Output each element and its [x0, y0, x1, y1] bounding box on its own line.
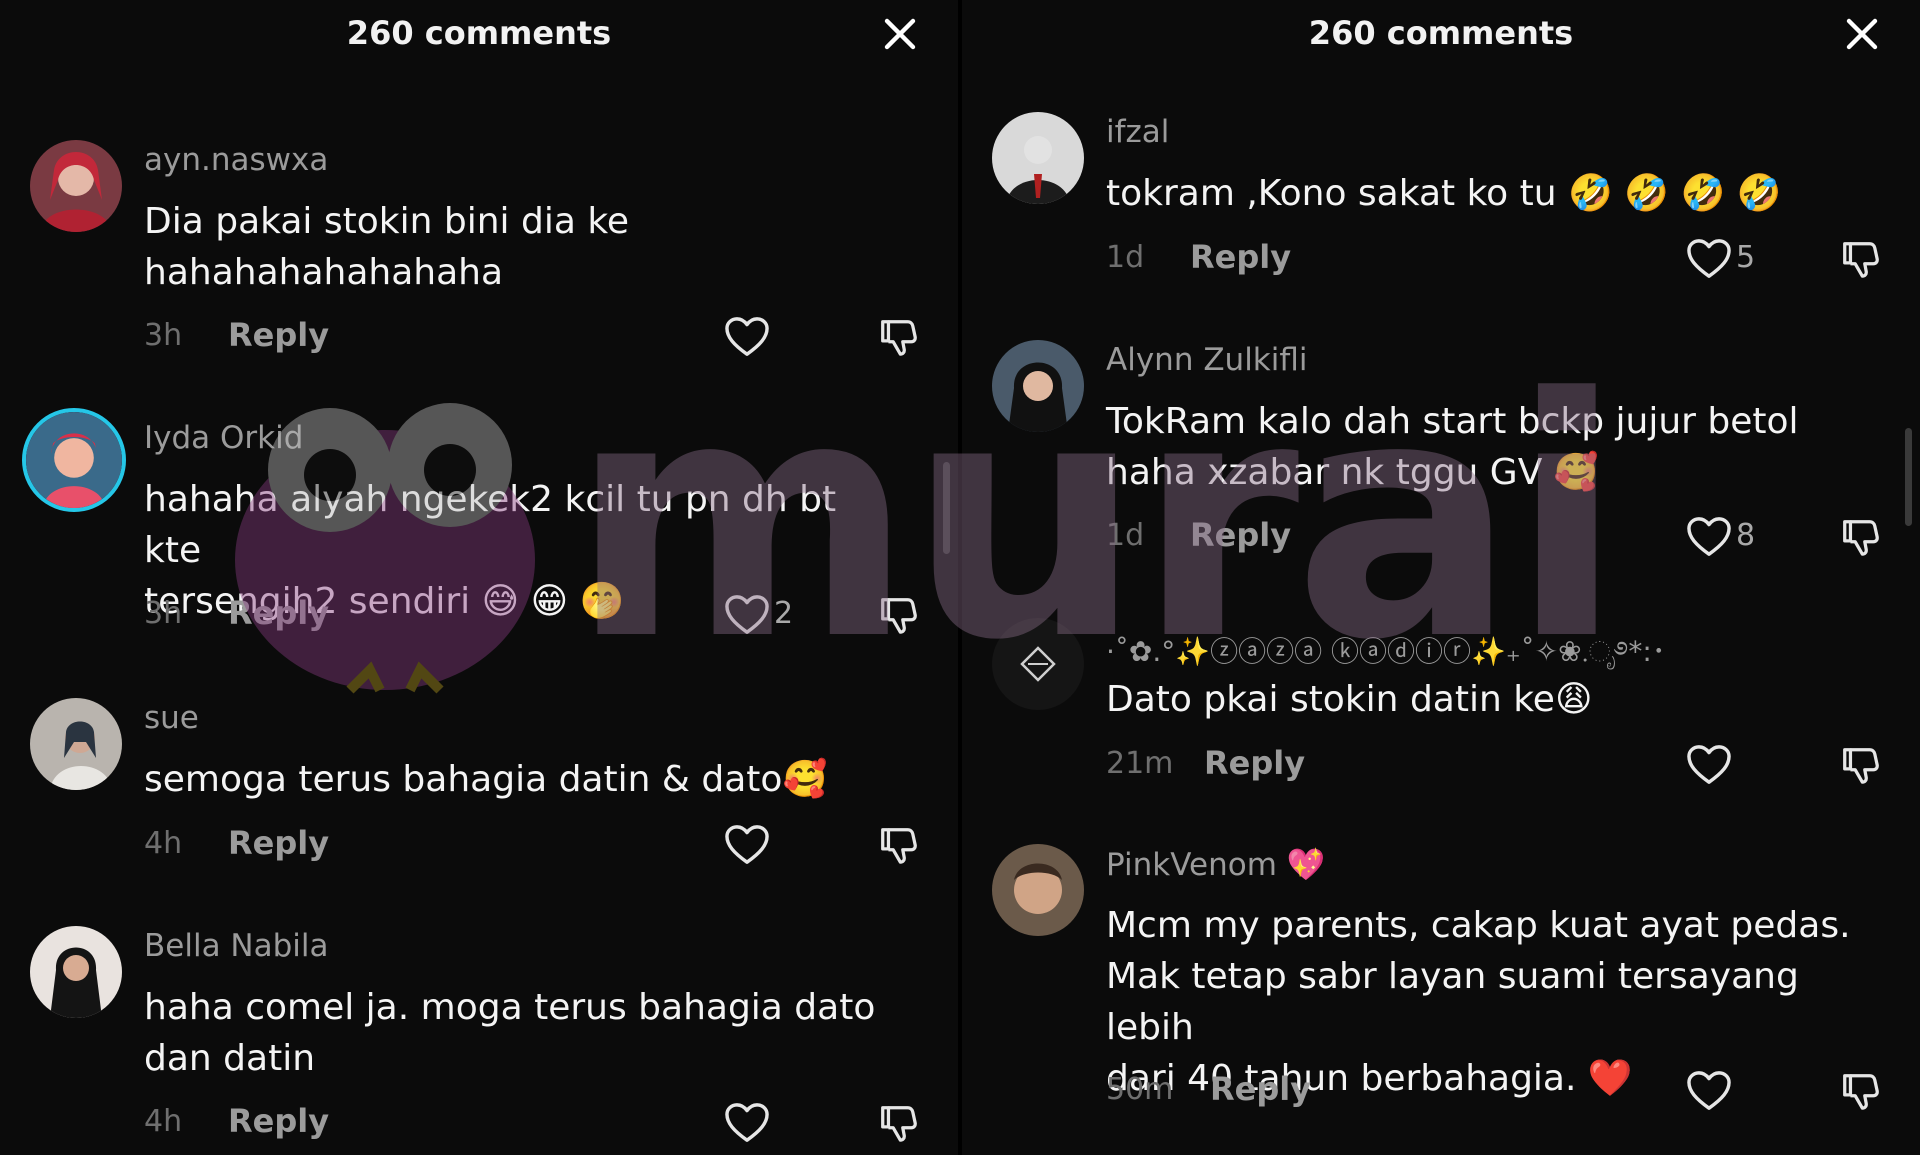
- reply-button[interactable]: Reply: [1190, 238, 1291, 276]
- avatar[interactable]: [992, 112, 1084, 204]
- heart-icon[interactable]: [1686, 1070, 1732, 1112]
- thumbs-down-icon[interactable]: [1838, 1070, 1882, 1112]
- comment-text: Dato pkai stokin datin ke😩: [1106, 674, 1866, 725]
- comment-text-line: Dato pkai stokin datin ke😩: [1106, 679, 1593, 720]
- comment-time: 21m: [1106, 746, 1174, 781]
- comment-username[interactable]: Alynn Zulkifli: [1106, 342, 1308, 378]
- comment-text-line: Dia pakai stokin bini dia ke: [144, 201, 630, 242]
- avatar[interactable]: [30, 698, 122, 790]
- heart-icon[interactable]: [1686, 516, 1732, 558]
- reply-button[interactable]: Reply: [1204, 744, 1305, 782]
- comment-text-line: Mak tetap sabr layan suami tersayang leb…: [1106, 956, 1799, 1048]
- panel-title: 260 comments: [346, 14, 612, 52]
- comment-text-line: Mcm my parents, cakap kuat ayat pedas.: [1106, 905, 1851, 946]
- comment-time: 1d: [1106, 240, 1145, 275]
- comment-text-line: hahahahahahahaha: [144, 252, 504, 293]
- comments-panel-right: 260 comments ifzal tokram ,Kono sakat ko…: [962, 0, 1920, 1155]
- scrollbar[interactable]: [943, 462, 950, 554]
- comment-time: 50m: [1106, 1072, 1174, 1107]
- comment-text: haha comel ja. moga terus bahagia dato d…: [144, 982, 904, 1084]
- heart-icon[interactable]: [724, 1102, 770, 1144]
- reply-button[interactable]: Reply: [1190, 516, 1291, 554]
- comment-text: tokram ,Kono sakat ko tu 🤣 🤣 🤣 🤣: [1106, 168, 1866, 219]
- reply-button[interactable]: Reply: [1210, 1070, 1311, 1108]
- comment-text: Dia pakai stokin bini dia ke hahahahahah…: [144, 196, 904, 298]
- comment-username[interactable]: ifzal: [1106, 114, 1169, 150]
- heart-icon[interactable]: [724, 824, 770, 866]
- avatar[interactable]: [30, 140, 122, 232]
- comment-text-line: tokram ,Kono sakat ko tu 🤣 🤣 🤣 🤣: [1106, 173, 1782, 214]
- avatar[interactable]: [30, 926, 122, 1018]
- comment-time: 3h: [144, 318, 183, 353]
- heart-icon[interactable]: [724, 594, 770, 636]
- comment-username[interactable]: sue: [144, 700, 199, 736]
- comment-username[interactable]: ayn.naswxa: [144, 142, 328, 178]
- like-count: 8: [1736, 518, 1756, 553]
- panel-title: 260 comments: [1308, 14, 1574, 52]
- like-count: 5: [1736, 240, 1756, 275]
- close-icon[interactable]: [1842, 14, 1882, 54]
- avatar[interactable]: [992, 340, 1084, 432]
- thumbs-down-icon[interactable]: [876, 1102, 920, 1144]
- thumbs-down-icon[interactable]: [1838, 516, 1882, 558]
- reply-button[interactable]: Reply: [228, 824, 329, 862]
- heart-icon[interactable]: [724, 316, 770, 358]
- comment-username[interactable]: PinkVenom 💖: [1106, 846, 1325, 883]
- comment-time: 1d: [1106, 518, 1145, 553]
- scrollbar[interactable]: [1905, 428, 1912, 526]
- reply-button[interactable]: Reply: [228, 1102, 329, 1140]
- reply-button[interactable]: Reply: [228, 594, 329, 632]
- comment-username[interactable]: Bella Nabila: [144, 928, 329, 964]
- comment-text-line: semoga terus bahagia datin & dato🥰: [144, 759, 828, 800]
- avatar[interactable]: [992, 844, 1084, 936]
- thumbs-down-icon[interactable]: [876, 824, 920, 866]
- avatar[interactable]: [22, 408, 126, 512]
- comment-time: 3h: [144, 596, 183, 631]
- comment-username[interactable]: Iyda Orkid: [144, 420, 303, 456]
- thumbs-down-icon[interactable]: [1838, 744, 1882, 786]
- close-icon[interactable]: [880, 14, 920, 54]
- comment-text-line: dan datin: [144, 1038, 316, 1079]
- comments-panel-left: 260 comments ayn.naswxa Dia pakai stokin…: [0, 0, 958, 1155]
- like-count: 2: [774, 596, 794, 631]
- avatar[interactable]: [992, 618, 1084, 710]
- comment-text: semoga terus bahagia datin & dato🥰: [144, 754, 904, 805]
- reply-button[interactable]: Reply: [228, 316, 329, 354]
- comment-text-line: haha comel ja. moga terus bahagia dato: [144, 987, 876, 1028]
- comment-time: 4h: [144, 1104, 183, 1139]
- comment-time: 4h: [144, 826, 183, 861]
- thumbs-down-icon[interactable]: [876, 594, 920, 636]
- comment-text-line: TokRam kalo dah start bckp jujur betol: [1106, 401, 1799, 442]
- comment-text-line: haha xzabar nk tggu GV 🥰: [1106, 452, 1599, 493]
- thumbs-down-icon[interactable]: [1838, 238, 1882, 280]
- comment-text: TokRam kalo dah start bckp jujur betol h…: [1106, 396, 1866, 498]
- heart-icon[interactable]: [1686, 238, 1732, 280]
- thumbs-down-icon[interactable]: [876, 316, 920, 358]
- comment-text-line: hahaha alyah ngekek2 kcil tu pn dh bt kt…: [144, 479, 837, 571]
- heart-icon[interactable]: [1686, 744, 1732, 786]
